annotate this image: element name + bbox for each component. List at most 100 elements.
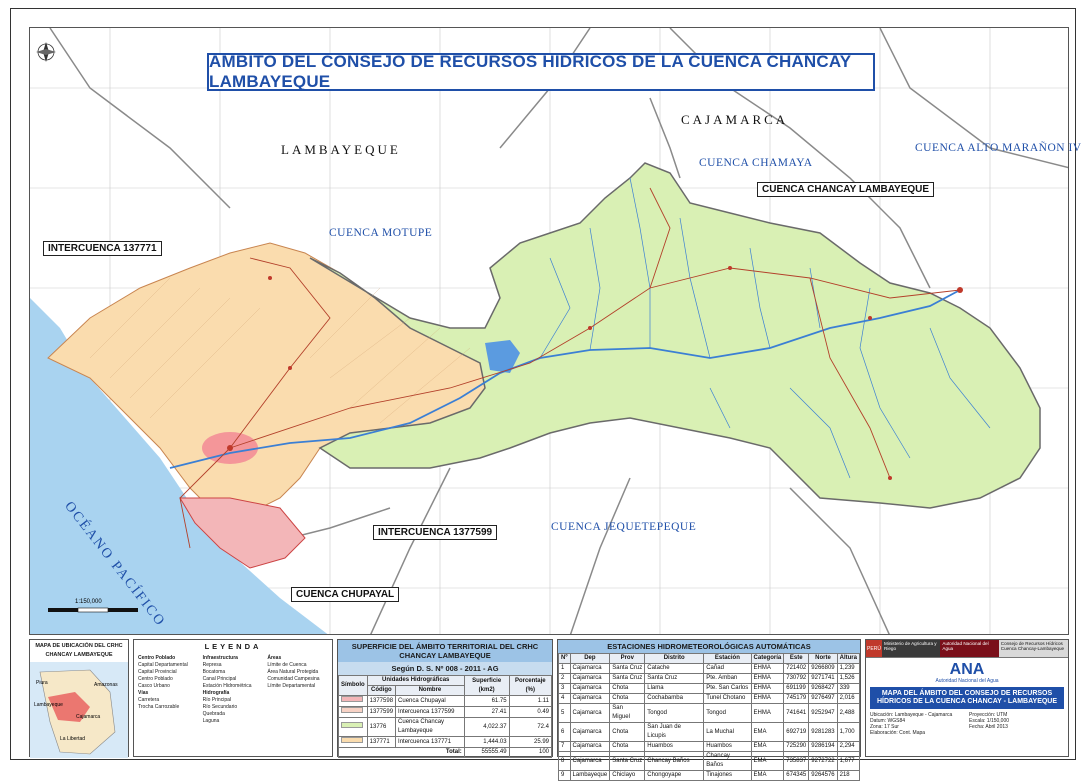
loc-label-cajamarca: Cajamarca [76, 714, 101, 720]
council-name: Consejo de Recursos Hídricos Cuenca Chan… [998, 640, 1068, 657]
unit-pct: 1.11 [508, 695, 553, 707]
station-cell: Cañad [703, 663, 752, 674]
station-cell: EMA [750, 722, 785, 742]
station-cell: Santa Cruz [609, 673, 646, 684]
station-cell: EHMA [750, 683, 785, 694]
legend-item: Canal Principal [202, 676, 237, 682]
station-cell: Santa Cruz [609, 663, 646, 674]
map-sheet-title: MAPA DEL ÁMBITO DEL CONSEJO DE RECURSOS … [870, 687, 1064, 709]
unit-code: 13776 [366, 717, 397, 737]
station-cell: Catache [644, 663, 705, 674]
station-cell: Pte. Amban [703, 673, 752, 684]
legend-items: Centro Poblado Infraestructura Áreas Cap… [134, 653, 332, 726]
station-cell: 6 [558, 722, 571, 742]
unit-code: 137771 [366, 736, 397, 748]
surface-table: Símbolo Unidades Hidrográficas Superfici… [338, 675, 553, 758]
station-cell: Chiclayo [609, 770, 646, 781]
surface-row: 13776 Cuenca Chancay Lambayeque 4,022.37 72… [338, 717, 553, 737]
legend-item: Quebrada [202, 711, 225, 717]
station-cell: 9281283 [808, 722, 838, 742]
symbol-swatch [338, 736, 368, 748]
stations-table-panel: ESTACIONES HIDROMETEOROLÓGICAS AUTOMÁTIC… [557, 639, 861, 781]
peru-flag: PERÚ [866, 640, 882, 657]
station-cell: 2,294 [836, 741, 861, 752]
station-cell: Chota [609, 693, 646, 704]
legend-item: Capital Provincial [138, 669, 177, 675]
station-cell: Huambos [703, 741, 752, 752]
station-cell: EHMA [750, 663, 785, 674]
station-cell: San Juan de Licupis [644, 722, 705, 742]
station-cell: 691199 [783, 683, 810, 694]
total-area: 55555.49 [463, 747, 510, 758]
station-col-header: Este [783, 653, 810, 664]
station-row: 9 Lambayeque Chiclayo Chongoyape Tinajones EM… [558, 770, 861, 781]
station-row: 7 Cajamarca Chota Huambos Huambos EMA 725290 92… [558, 741, 861, 752]
legend-item: Casco Urbano [138, 683, 170, 689]
label-cuenca-chamaya: CUENCA CHAMAYA [699, 157, 813, 169]
legend-item: Laguna [202, 718, 220, 724]
station-cell: 741641 [783, 703, 810, 723]
map-title: AMBITO DEL CONSEJO DE RECURSOS HIDRICOS … [209, 52, 852, 91]
legend-item: Bocatoma [202, 669, 226, 675]
station-cell: Lambayeque [569, 770, 611, 781]
unit-area: 61.75 [463, 695, 510, 707]
station-cell: 9 [558, 770, 571, 781]
station-cell: Tunel Chotano [703, 693, 752, 704]
station-col-header: Nº [558, 653, 571, 664]
station-cell: Cochabamba [644, 693, 705, 704]
surface-table-subtitle: Según D. S. Nº 008 - 2011 - AG [338, 662, 552, 675]
station-cell: EHMA [750, 673, 785, 684]
station-cell: 5 [558, 703, 571, 723]
station-cell: Tongod [703, 703, 752, 723]
unit-name: Intercuenca 1377599 [395, 706, 465, 718]
unit-name: Cuenca Chupayal [395, 695, 465, 707]
unit-pct: 72.4 [508, 717, 553, 737]
legend-group: Áreas [267, 655, 282, 661]
station-col-header: Categoría [750, 653, 785, 664]
legend-title: LEYENDA [134, 640, 332, 653]
station-cell: Chota [609, 741, 646, 752]
label-intercuenca-1377599: INTERCUENCA 1377599 [373, 525, 498, 540]
station-cell: Cajamarca [569, 673, 611, 684]
station-cell: Chongoyape [644, 770, 705, 781]
legend-item: Carretera [138, 697, 160, 703]
location-map-panel: MAPA DE UBICACIÓN DEL CRHC CHANCAY LAMBA… [29, 639, 129, 758]
station-cell: 721402 [783, 663, 810, 674]
north-arrow [36, 42, 56, 62]
loc-label-amazonas: Amazonas [94, 682, 118, 688]
station-cell: 2,016 [836, 693, 861, 704]
unit-area: 1,444.03 [463, 736, 510, 748]
symbol-swatch [338, 717, 368, 737]
station-cell: Tongod [644, 703, 705, 723]
ministry-name: Ministerio de Agricultura y Riego [882, 640, 941, 657]
ana-logo-sub: Autoridad Nacional del Agua [935, 678, 999, 684]
station-cell: Cajamarca [569, 663, 611, 674]
station-cell: 692719 [783, 722, 810, 742]
legend-item: Río Secundario [202, 704, 238, 710]
location-map-title: MAPA DE UBICACIÓN DEL CRHC CHANCAY LAMBA… [30, 640, 128, 662]
unit-name: Cuenca Chancay Lambayeque [395, 717, 465, 737]
loc-label-piura: Piura [36, 680, 48, 686]
label-cuenca-motupe: CUENCA MOTUPE [329, 227, 433, 239]
station-cell: 9271741 [808, 673, 838, 684]
group-header: Unidades Hidrográficas [366, 675, 465, 686]
scale-bar [48, 607, 138, 613]
bottom-panels: MAPA DE UBICACIÓN DEL CRHC CHANCAY LAMBA… [29, 639, 1069, 781]
legend-item: Estación Hidrométrica [202, 683, 252, 689]
legend-group: Hidrografía [202, 690, 230, 696]
legend-item: Trocha Carrozable [138, 704, 180, 710]
meta-item: Fecha: Abril 2013 [969, 724, 1008, 730]
station-cell: EHMA [750, 693, 785, 704]
loc-label-lalibertad: La Libertad [60, 736, 86, 742]
col-header: Porcentaje (%) [508, 675, 553, 696]
legend-item: Comunidad Campesina [267, 676, 320, 682]
map-sheet: AMBITO DEL CONSEJO DE RECURSOS HIDRICOS … [10, 8, 1081, 781]
station-cell: San Miguel [609, 703, 646, 723]
station-cell: 9286194 [808, 741, 838, 752]
station-cell: 218 [836, 770, 861, 781]
station-row: 1 Cajamarca Santa Cruz Catache Cañad EHMA 7214… [558, 663, 861, 674]
location-map [30, 662, 128, 758]
station-row: 3 Cajamarca Chota Llama Pte. San Carlos EHMA 6… [558, 683, 861, 694]
stations-table-title: ESTACIONES HIDROMETEOROLÓGICAS AUTOMÁTIC… [558, 640, 860, 653]
station-cell: EMA [750, 741, 785, 752]
